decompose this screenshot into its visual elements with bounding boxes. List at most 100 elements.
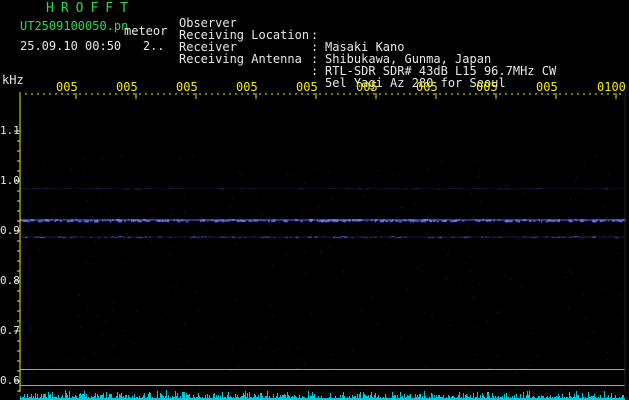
- signal-dot: [480, 219, 482, 222]
- signal-dot: [202, 219, 205, 222]
- noise-speck: [491, 168, 494, 170]
- spectrum-bar: [280, 395, 281, 400]
- noise-speck: [522, 340, 525, 342]
- spectrum-bar: [308, 391, 309, 400]
- y-tick-label: 0.9: [0, 224, 20, 237]
- spectrum-bar: [453, 396, 454, 400]
- spectrum-bar: [404, 394, 405, 400]
- noise-speck: [264, 336, 267, 338]
- noise-speck: [482, 259, 485, 261]
- spectrum-bar: [492, 393, 493, 400]
- spectrum-bar: [385, 394, 386, 400]
- spectrum-bar: [148, 394, 149, 400]
- signal-dot: [505, 188, 509, 190]
- signal-dot: [36, 236, 38, 238]
- noise-speck: [34, 226, 37, 228]
- noise-speck: [601, 252, 604, 254]
- signal-dot: [424, 220, 426, 223]
- signal-dot: [249, 220, 251, 223]
- signal-dot: [32, 219, 35, 222]
- signal-dot: [420, 220, 424, 223]
- signal-dot: [268, 220, 270, 223]
- reference-lines: [20, 369, 625, 386]
- spectrum-bar: [344, 396, 345, 400]
- noise-speck: [396, 211, 399, 212]
- signal-dot: [344, 220, 346, 223]
- noise-speck: [271, 264, 274, 266]
- signal-dot: [102, 219, 104, 222]
- noise-speck: [605, 351, 608, 353]
- noise-speck: [621, 341, 624, 343]
- signal-dot: [123, 237, 125, 239]
- noise-speck: [316, 278, 319, 280]
- noise-speck: [22, 205, 25, 206]
- signal-dot: [124, 188, 127, 190]
- spectrum-bar: [473, 393, 474, 400]
- spectrum-bar: [103, 393, 104, 400]
- spectrum-bar: [588, 392, 589, 400]
- signal-dot: [551, 220, 556, 222]
- noise-speck: [298, 345, 301, 347]
- signal-dot: [612, 219, 616, 222]
- spectrum-bar: [128, 395, 129, 400]
- noise-speck: [51, 348, 54, 350]
- signal-dot: [591, 236, 595, 238]
- signal-dot: [169, 236, 172, 238]
- noise-speck: [69, 159, 72, 161]
- noise-speck: [472, 295, 475, 297]
- noise-speck: [132, 343, 135, 345]
- spectrum-bar: [466, 394, 467, 400]
- noise-speck: [303, 363, 306, 365]
- spectrum-bar: [102, 395, 103, 400]
- noise-speck: [31, 229, 34, 231]
- signal-dot: [220, 188, 224, 190]
- spectrum-bar: [50, 394, 51, 400]
- spectrum-bar: [66, 393, 67, 400]
- spectrum-bar: [302, 396, 303, 400]
- noise-speck: [270, 239, 273, 241]
- spectrum-bar: [149, 392, 150, 400]
- spectrum-bar: [69, 391, 70, 400]
- noise-speck: [127, 170, 129, 172]
- spectrum-bar: [424, 391, 425, 400]
- spectrum-bar: [364, 394, 365, 400]
- noise-speck: [361, 310, 364, 312]
- signal-dot: [25, 236, 27, 238]
- spectrum-bar: [82, 394, 83, 400]
- signal-dot: [89, 219, 93, 222]
- spectrum-bar: [407, 395, 408, 400]
- noise-speck: [29, 330, 32, 332]
- signal-dot: [50, 219, 52, 221]
- signal-dot: [505, 220, 509, 223]
- y-tick-label: 0.6: [0, 374, 20, 387]
- spectrum-bar: [340, 395, 341, 400]
- noise-speck: [582, 239, 585, 241]
- noise-speck: [485, 321, 488, 323]
- signal-dot: [493, 219, 495, 222]
- signal-dot: [581, 219, 584, 222]
- signal-dot: [321, 220, 323, 222]
- noise-speck: [106, 208, 109, 210]
- noise-speck: [321, 354, 324, 356]
- noise-speck: [94, 240, 97, 242]
- signal-dot: [308, 236, 312, 238]
- signal-dot: [414, 188, 417, 190]
- noise-speck: [355, 298, 358, 300]
- noise-speck: [317, 240, 319, 242]
- noise-speck: [487, 326, 490, 327]
- noise-speck: [183, 196, 186, 198]
- noise-speck: [476, 160, 479, 162]
- signal-dot: [568, 219, 572, 222]
- signal-dot: [158, 236, 163, 238]
- spectrum-bar: [261, 393, 262, 400]
- noise-speck: [405, 299, 408, 301]
- spectrum-bar: [258, 395, 259, 400]
- signal-dot: [464, 236, 467, 238]
- noise-speck: [370, 296, 373, 298]
- noise-speck: [75, 253, 78, 255]
- signal-dot: [366, 219, 368, 222]
- noise-speck: [474, 354, 477, 356]
- noise-speck: [562, 213, 565, 215]
- spectrum-bar: [86, 394, 87, 400]
- spectrum-bar: [48, 392, 49, 400]
